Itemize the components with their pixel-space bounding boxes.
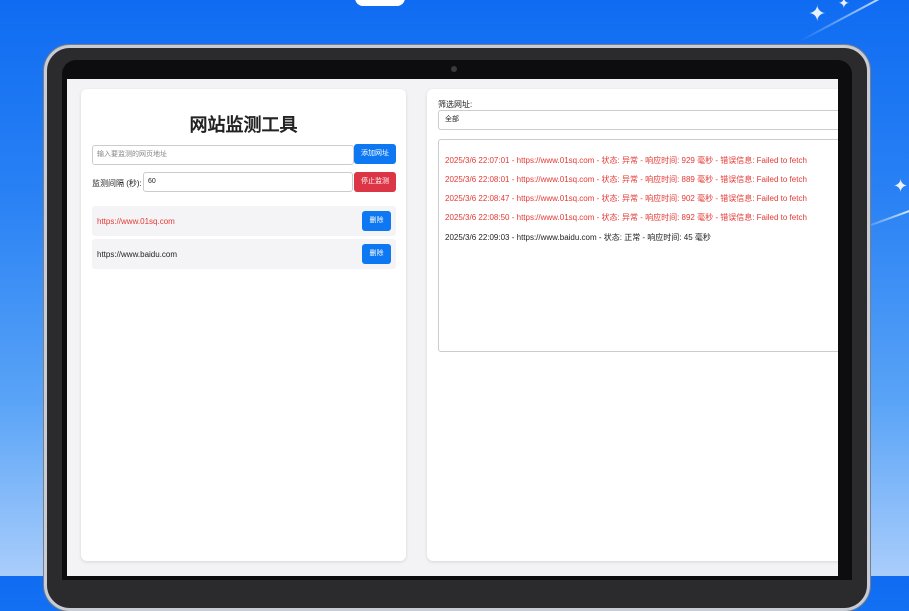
filter-label: 筛选网址: (438, 100, 473, 109)
url-input[interactable]: 输入要监测的网页地址 (92, 145, 354, 165)
log-entry: 2025/3/6 22:08:01 - https://www.01sq.com… (445, 175, 807, 184)
interval-input[interactable]: 60 (143, 172, 353, 192)
log-entry: 2025/3/6 22:08:47 - https://www.01sq.com… (445, 194, 807, 203)
log-output: 2025/3/6 22:07:01 - https://www.01sq.com… (438, 139, 838, 352)
app-screen: 网站监测工具 输入要监测的网页地址 添加网址 监测间隔 (秒): 60 停止监测… (67, 79, 838, 576)
control-panel: 网站监测工具 输入要监测的网页地址 添加网址 监测间隔 (秒): 60 停止监测… (81, 89, 406, 561)
site-list-item: https://www.01sq.com 删除 (92, 206, 396, 236)
log-entry: 2025/3/6 22:08:50 - https://www.01sq.com… (445, 213, 807, 222)
site-url: https://www.baidu.com (97, 250, 178, 259)
delete-button[interactable]: 删除 (362, 211, 391, 231)
site-list-item: https://www.baidu.com 删除 (92, 239, 396, 269)
sparkle-icon: ✦ (808, 2, 827, 27)
site-url: https://www.01sq.com (97, 217, 175, 226)
top-pill-decoration (355, 0, 405, 6)
log-entry: 2025/3/6 22:09:03 - https://www.baidu.co… (445, 233, 711, 242)
log-entry: 2025/3/6 22:07:01 - https://www.01sq.com… (445, 156, 807, 165)
camera-icon (451, 66, 457, 72)
sparkle-icon: ✦ (893, 176, 909, 197)
sparkle-icon: ✦ (838, 0, 850, 12)
stop-monitor-button[interactable]: 停止监测 (354, 172, 396, 192)
page-title: 网站监测工具 (189, 115, 298, 135)
delete-button[interactable]: 删除 (362, 244, 391, 264)
interval-label: 监测间隔 (秒): (92, 179, 142, 188)
log-panel: 筛选网址: 全部 2025/3/6 22:07:01 - https://www… (427, 89, 838, 561)
add-url-button[interactable]: 添加网址 (354, 144, 396, 164)
filter-select[interactable]: 全部 (438, 110, 838, 130)
